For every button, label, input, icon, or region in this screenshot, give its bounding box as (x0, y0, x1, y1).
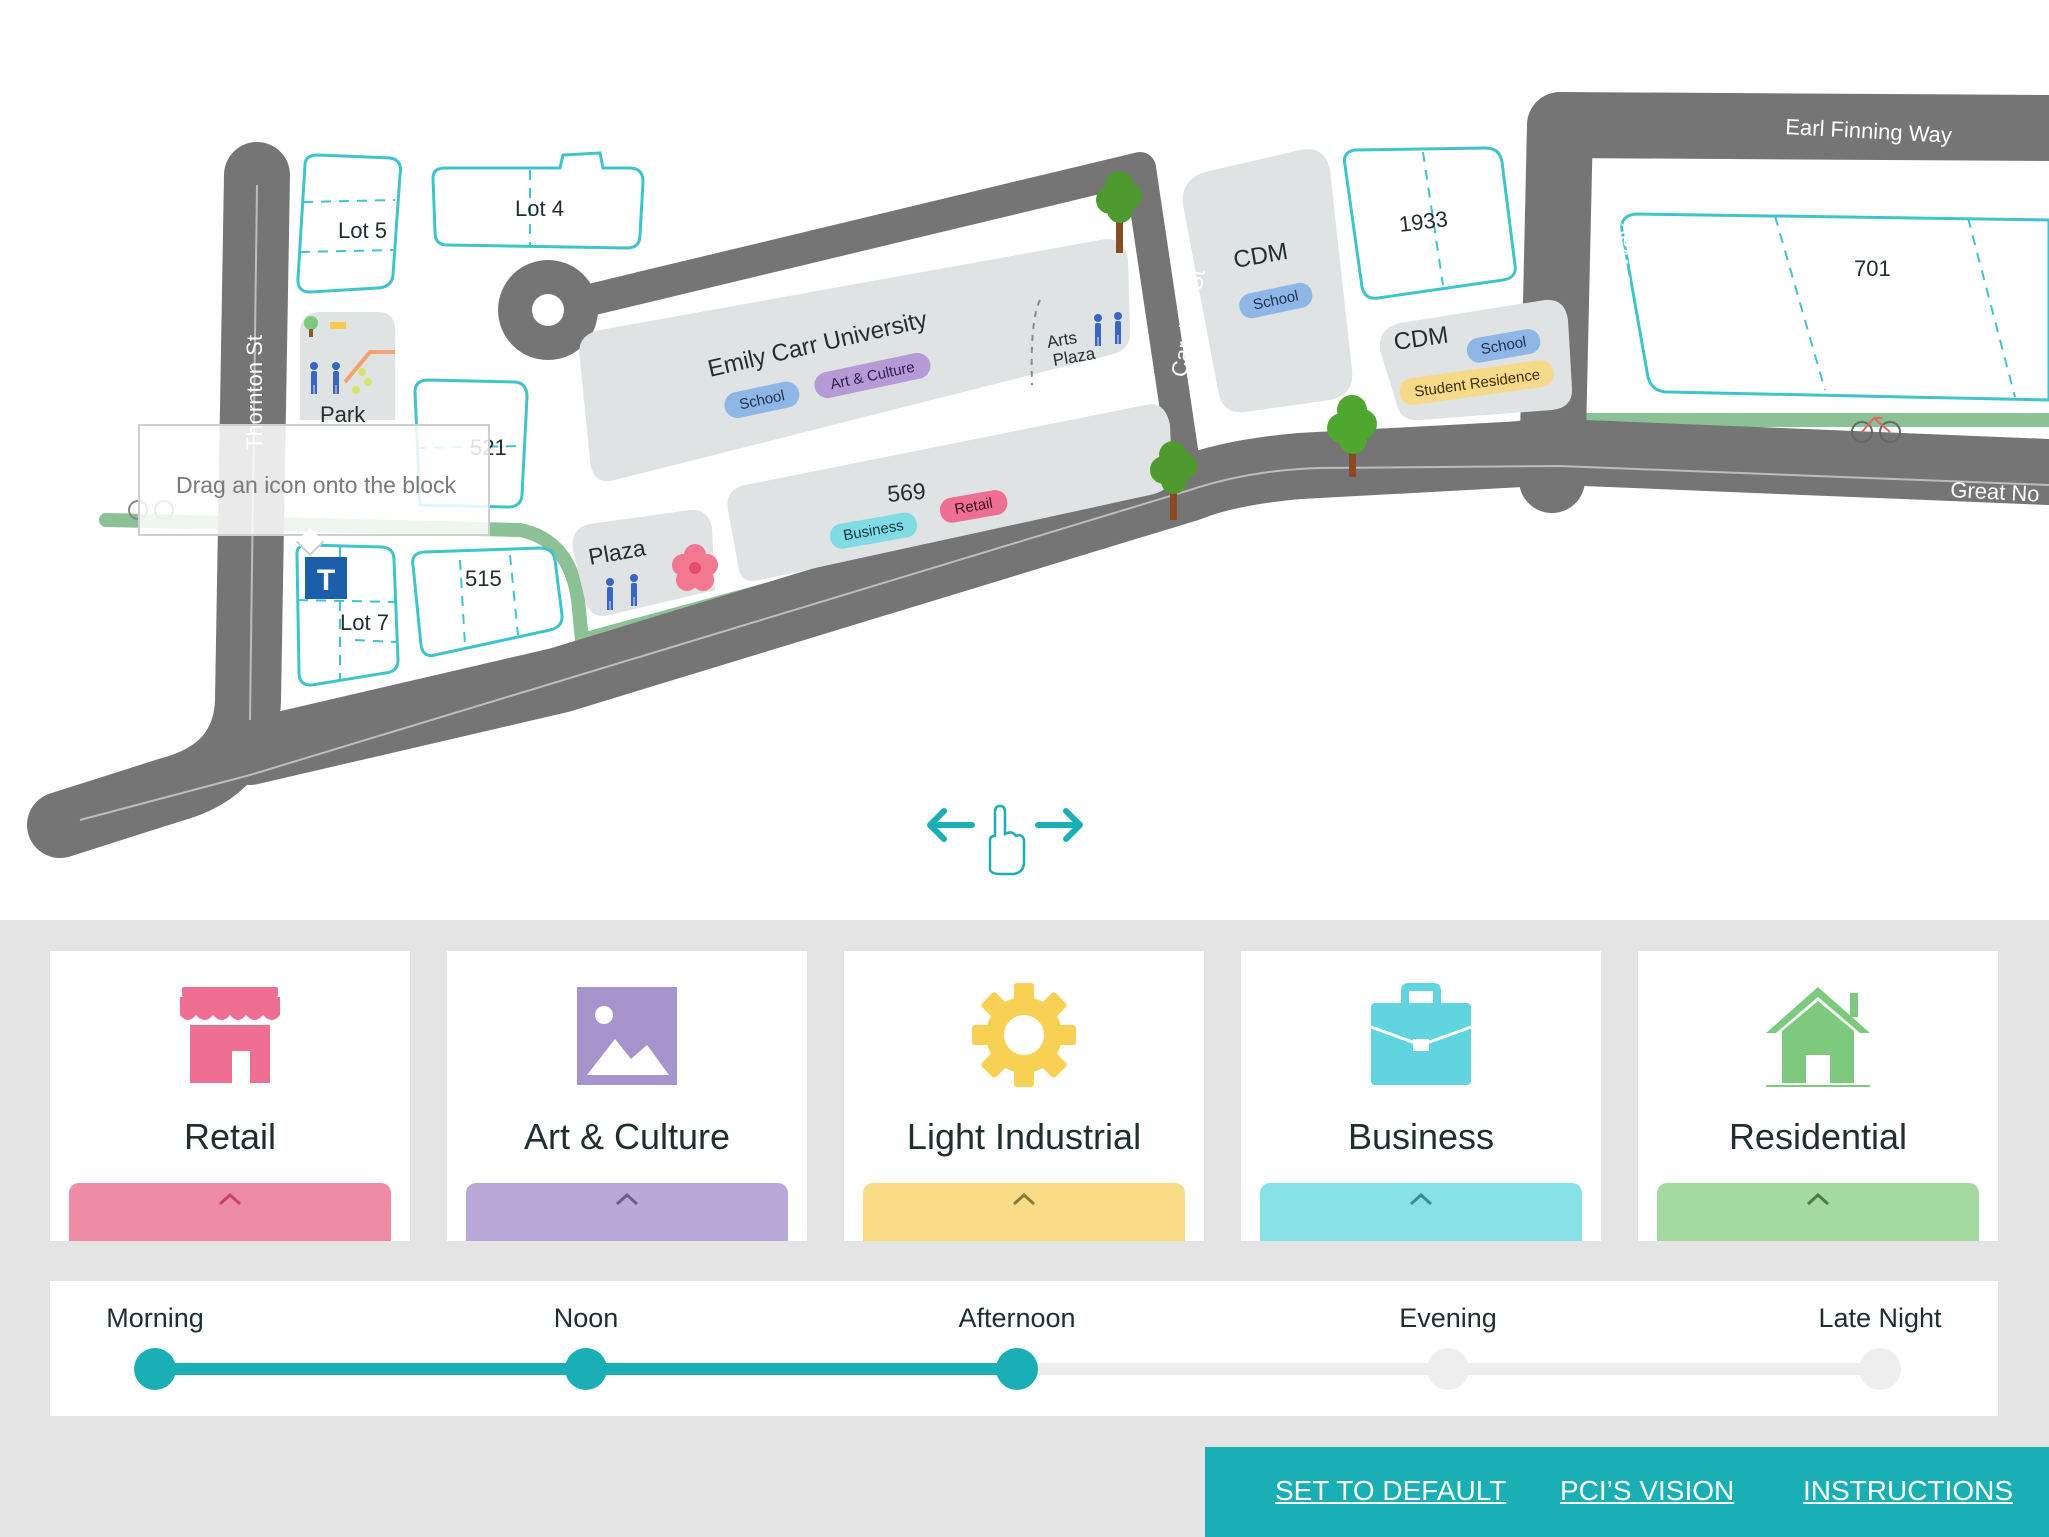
chevron-up-icon (1409, 1192, 1433, 1206)
pci-vision-link[interactable]: PCI’S VISION (1560, 1475, 1734, 1507)
arrow-left-icon[interactable] (927, 808, 975, 842)
expand-tab[interactable] (466, 1183, 788, 1241)
lot-label: 701 (1854, 256, 1891, 281)
roundabout-island (532, 294, 564, 326)
hand-pointer-icon (988, 804, 1026, 876)
street-label: Earl Finning Way (1590, 222, 1638, 391)
timeline-stop-morning[interactable] (134, 1348, 176, 1390)
timeline-stop-afternoon[interactable] (996, 1348, 1038, 1390)
lot-label: Lot 5 (338, 218, 387, 243)
tooltip-text: Drag an icon onto the block (175, 472, 456, 498)
street-label: Great No (1950, 477, 2040, 507)
store-icon (180, 987, 280, 1083)
house-icon (1766, 987, 1870, 1087)
timeline-stop-late-night[interactable] (1859, 1348, 1901, 1390)
arrow-right-icon[interactable] (1035, 808, 1083, 842)
timeline-label-late-night: Late Night (1818, 1303, 1942, 1333)
timeline-stop-noon[interactable] (565, 1348, 607, 1390)
gear-icon (972, 983, 1076, 1087)
expand-tab[interactable] (1657, 1183, 1979, 1241)
category-card-light-industrial[interactable]: Light Industrial (844, 951, 1204, 1241)
lot-label: Lot 7 (340, 610, 389, 635)
instructions-link[interactable]: INSTRUCTIONS (1803, 1475, 2013, 1507)
timeline-label-evening: Evening (1399, 1303, 1497, 1333)
chevron-up-icon (218, 1192, 242, 1206)
timeline-label-noon: Noon (553, 1303, 619, 1333)
category-label: Residential (1728, 1116, 1908, 1157)
category-label: Art & Culture (523, 1116, 731, 1157)
category-label: Business (1347, 1116, 1495, 1157)
chevron-up-icon (615, 1192, 639, 1206)
lot-label: 569 (886, 478, 926, 507)
chevron-up-icon (1012, 1192, 1036, 1206)
expand-tab[interactable] (863, 1183, 1185, 1241)
time-of-day-slider[interactable]: Morning Noon Afternoon Evening Late Nigh… (50, 1281, 1998, 1416)
lot-label: Lot 4 (515, 196, 564, 221)
chevron-up-icon (1806, 1192, 1830, 1206)
swipe-hint[interactable] (920, 800, 1090, 880)
expand-tab[interactable] (1260, 1183, 1582, 1241)
transit-icon[interactable]: T (305, 557, 347, 599)
svg-text:T: T (317, 564, 335, 597)
category-card-art-culture[interactable]: Art & Culture (447, 951, 807, 1241)
timeline-stop-evening[interactable] (1427, 1348, 1469, 1390)
category-card-retail[interactable]: Retail (50, 951, 410, 1241)
footer-bar: SET TO DEFAULT PCI’S VISION INSTRUCTIONS (1205, 1447, 2049, 1537)
category-label: Retail (183, 1116, 277, 1157)
image-icon (577, 987, 677, 1085)
category-label: Light Industrial (906, 1116, 1142, 1157)
expand-tab[interactable] (69, 1183, 391, 1241)
drag-hint-tooltip: Drag an icon onto the block (138, 424, 490, 557)
lot-label: 515 (465, 566, 502, 591)
timeline-label-morning: Morning (106, 1303, 204, 1333)
set-to-default-link[interactable]: SET TO DEFAULT (1275, 1475, 1506, 1507)
briefcase-icon (1370, 983, 1472, 1085)
timeline-label-afternoon: Afternoon (958, 1303, 1076, 1333)
category-card-residential[interactable]: Residential (1638, 951, 1998, 1241)
category-card-business[interactable]: Business (1241, 951, 1601, 1241)
